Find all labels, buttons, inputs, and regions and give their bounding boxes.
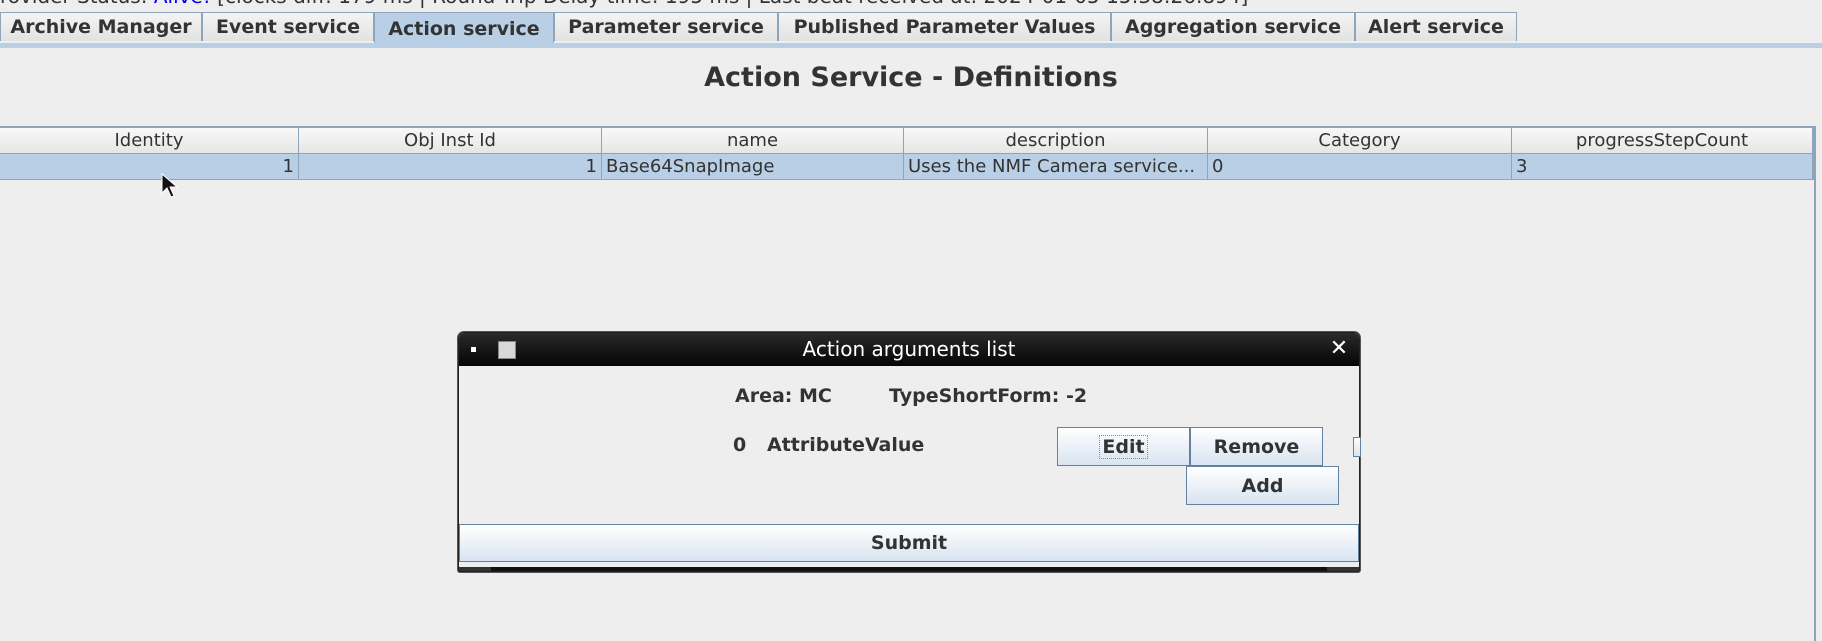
column-header-identity[interactable]: Identity (0, 128, 299, 154)
column-header-description[interactable]: description (904, 128, 1208, 154)
close-icon[interactable]: ✕ (1327, 337, 1351, 361)
tab-event-service[interactable]: Event service (202, 12, 374, 41)
table-right-border (1814, 126, 1816, 641)
mouse-cursor-icon (161, 173, 179, 198)
type-short-form-value: -2 (1065, 385, 1088, 407)
status-details: [clocks diff: 179 ms | Round-Trip Delay … (211, 0, 1248, 8)
tab-archive-manager[interactable]: Archive Manager (0, 12, 202, 41)
java-app-icon (498, 341, 516, 359)
column-header-name[interactable]: name (602, 128, 904, 154)
tab-parameter-service[interactable]: Parameter service (554, 12, 778, 41)
cell-description[interactable]: Uses the NMF Camera service... (904, 154, 1208, 180)
add-button[interactable]: Add (1186, 466, 1339, 505)
cell-obj-inst-id[interactable]: 1 (299, 154, 602, 180)
provider-status: rovider Status: Alive! [clocks diff: 179… (0, 0, 1248, 6)
page-title: Action Service - Definitions (704, 62, 1118, 93)
hidden-button-edge (1353, 437, 1361, 457)
cell-category[interactable]: 0 (1208, 154, 1512, 180)
dialog-title: Action arguments list (802, 337, 1016, 361)
window-menu-icon[interactable] (471, 347, 476, 352)
argument-index: 0 (733, 434, 747, 456)
tab-action-service[interactable]: Action service (374, 12, 554, 44)
cell-name[interactable]: Base64SnapImage (602, 154, 904, 180)
app-window: rovider Status: Alive! [clocks diff: 179… (0, 0, 1822, 641)
column-header-obj-inst-id[interactable]: Obj Inst Id (299, 128, 602, 154)
status-state: Alive! (154, 0, 211, 8)
table-row[interactable]: 1 1 Base64SnapImage Uses the NMF Camera … (0, 154, 1814, 180)
dialog-bottom-border (459, 567, 1359, 571)
cell-progress-step-count[interactable]: 3 (1512, 154, 1814, 180)
area-value: MC (799, 385, 832, 407)
tab-published-parameter-values[interactable]: Published Parameter Values (778, 12, 1111, 41)
argument-name: AttributeValue (767, 434, 925, 456)
type-short-form-label: TypeShortForm: -2 (889, 385, 1088, 407)
tab-aggregation-service[interactable]: Aggregation service (1111, 12, 1355, 41)
table-header: Identity Obj Inst Id name description Ca… (0, 128, 1814, 154)
service-tabs: Archive Manager Event service Action ser… (0, 12, 1822, 44)
column-header-category[interactable]: Category (1208, 128, 1512, 154)
area-label: Area: MC (735, 385, 832, 407)
status-prefix: rovider Status: (0, 0, 154, 8)
remove-button[interactable]: Remove (1190, 427, 1323, 466)
submit-button[interactable]: Submit (459, 524, 1359, 562)
edit-button[interactable]: Edit (1057, 427, 1190, 466)
tab-alert-service[interactable]: Alert service (1355, 12, 1517, 41)
tab-content-border (0, 43, 1822, 48)
definitions-table: Identity Obj Inst Id name description Ca… (0, 126, 1814, 180)
dialog-title-bar[interactable]: Action arguments list ✕ (459, 333, 1359, 366)
cell-identity[interactable]: 1 (0, 154, 299, 180)
action-arguments-dialog: Action arguments list ✕ Area: MC TypeSho… (458, 332, 1361, 572)
column-header-progress-step-count[interactable]: progressStepCount (1512, 128, 1814, 154)
